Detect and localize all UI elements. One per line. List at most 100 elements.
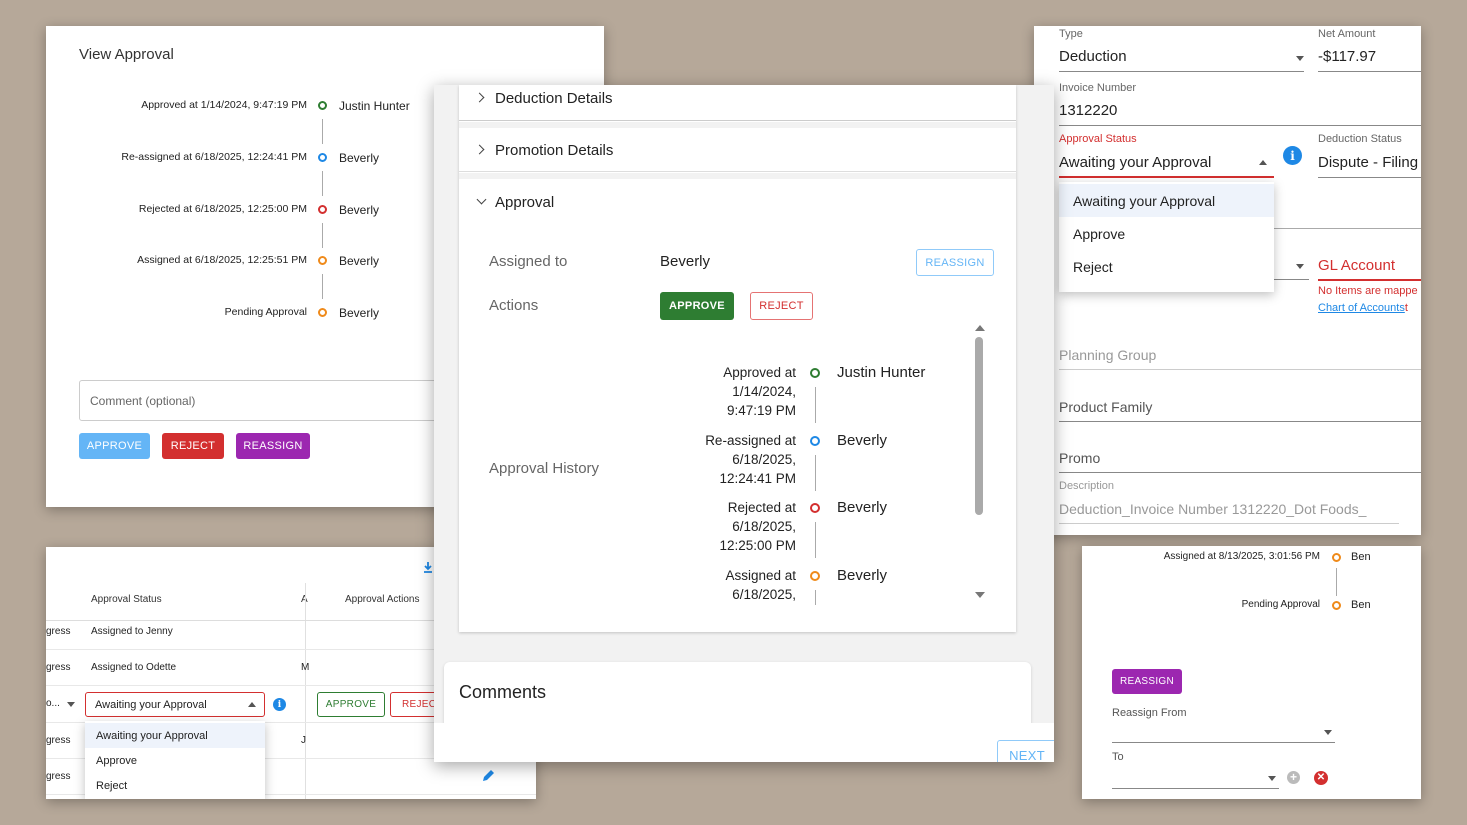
menu-item-reject[interactable]: Reject <box>85 773 265 798</box>
history-status-line: Assigned at <box>725 568 796 583</box>
net-amount-field[interactable]: -$117.97 <box>1318 48 1376 65</box>
history-status: Rejected at 6/18/2025, 12:25:00 PM <box>719 498 796 555</box>
section-gap <box>459 173 1016 179</box>
gl-account-label[interactable]: GL Account <box>1318 257 1395 274</box>
chevron-down-icon[interactable] <box>1268 776 1276 781</box>
approval-status-label: Approval Status <box>1059 133 1137 145</box>
chart-of-accounts-link[interactable]: Chart of Accounts <box>1318 302 1405 314</box>
menu-item-reject[interactable]: Reject <box>1059 250 1274 283</box>
history-status: Rejected at 6/18/2025, 12:25:00 PM <box>138 203 307 215</box>
description-field[interactable]: Deduction_Invoice Number 1312220_Dot Foo… <box>1059 501 1366 517</box>
assigned-to-value: Beverly <box>660 253 711 270</box>
approve-button[interactable]: APPROVE <box>79 433 150 459</box>
footer-bar <box>434 723 1054 762</box>
no-items-error: No Items are mappe <box>1318 285 1418 297</box>
approval-history-scroll[interactable]: Approved at 1/14/2024, 9:47:19 PM Justin… <box>660 323 990 605</box>
history-user: Beverly <box>339 203 380 217</box>
info-icon[interactable]: i <box>273 698 286 711</box>
accordion-promotion-details[interactable]: Promotion Details <box>459 128 1016 172</box>
edit-icon[interactable] <box>481 769 495 783</box>
reject-button[interactable]: REJECT <box>750 292 813 320</box>
history-dot <box>318 308 327 317</box>
chevron-down-icon[interactable] <box>1324 730 1332 735</box>
add-icon[interactable]: + <box>1287 771 1300 784</box>
comment-input[interactable]: Comment (optional) <box>79 380 479 421</box>
history-status: Assigned at 6/18/2025, 12:25:51 PM <box>137 254 307 266</box>
type-select[interactable]: Deduction <box>1059 48 1127 65</box>
column-header-approval-actions[interactable]: Approval Actions <box>345 594 420 605</box>
chevron-up-icon <box>248 702 256 707</box>
history-connector <box>322 171 323 196</box>
history-status-line: 12:25:00 PM <box>719 538 796 553</box>
deduction-form-panel: Type Deduction Net Amount -$117.97 Invoi… <box>1034 26 1421 535</box>
approval-status-underline <box>1059 176 1274 178</box>
reassign-button[interactable]: REASSIGN <box>236 433 310 459</box>
scroll-up-arrow[interactable] <box>975 325 985 331</box>
deduction-status-label: Deduction Status <box>1318 133 1402 145</box>
scrollbar-thumb[interactable] <box>975 337 983 515</box>
select-value: Awaiting your Approval <box>95 699 207 711</box>
next-button[interactable]: NEXT <box>997 740 1054 762</box>
row-status: Assigned to Jenny <box>91 626 173 637</box>
net-amount-label: Net Amount <box>1318 28 1376 40</box>
history-connector <box>322 223 323 248</box>
approval-status-select[interactable]: Awaiting your Approval <box>85 692 265 717</box>
history-connector <box>322 274 323 299</box>
comment-placeholder: Comment (optional) <box>90 394 196 408</box>
approval-status-select[interactable]: Awaiting your Approval <box>1059 154 1211 171</box>
product-family-underline <box>1059 421 1421 422</box>
chevron-down-icon[interactable] <box>67 702 75 707</box>
accordion-deduction-details[interactable]: Deduction Details <box>459 85 1016 121</box>
type-underline <box>1059 71 1304 72</box>
column-header-approval-status[interactable]: Approval Status <box>91 594 162 605</box>
menu-item-approve[interactable]: Approve <box>85 748 265 773</box>
approve-button[interactable]: APPROVE <box>317 692 385 717</box>
chevron-up-icon[interactable] <box>1259 160 1267 165</box>
invoice-underline <box>1059 125 1421 126</box>
approval-status-menu: Awaiting your Approval Approve Reject <box>85 721 265 799</box>
scroll-down-arrow[interactable] <box>975 592 985 598</box>
history-connector <box>815 522 816 558</box>
menu-item-label: Awaiting your Approval <box>96 729 208 742</box>
invoice-field[interactable]: 1312220 <box>1059 102 1117 119</box>
reassign-button[interactable]: REASSIGN <box>916 249 994 276</box>
reassign-from-select[interactable] <box>1112 742 1335 743</box>
promo-field[interactable]: Promo <box>1059 450 1100 466</box>
row-a: M <box>301 662 310 673</box>
history-status: Pending Approval <box>1241 599 1320 610</box>
menu-item-approve[interactable]: Approve <box>1059 217 1274 250</box>
remove-icon[interactable]: ✕ <box>1314 771 1328 785</box>
menu-item-awaiting[interactable]: Awaiting your Approval <box>1059 184 1274 217</box>
download-icon[interactable] <box>423 561 433 573</box>
history-user: Beverly <box>837 499 888 516</box>
deduction-detail-panel: Deduction Details Promotion Details Appr… <box>434 85 1054 762</box>
menu-item-awaiting[interactable]: Awaiting your Approval <box>85 723 265 748</box>
history-connector <box>815 387 816 423</box>
info-icon[interactable]: i <box>1283 146 1302 165</box>
chart-link-suffix: t <box>1404 302 1408 314</box>
planning-group-field[interactable]: Planning Group <box>1059 347 1156 363</box>
chevron-down-icon[interactable] <box>1296 264 1304 269</box>
menu-item-label: Reject <box>1073 258 1113 275</box>
field-underline <box>1274 228 1421 229</box>
reassign-panel: Assigned at 8/13/2025, 3:01:56 PM Ben Pe… <box>1082 546 1421 799</box>
reassign-button[interactable]: REASSIGN <box>1112 669 1182 694</box>
deduction-status-underline <box>1318 177 1421 178</box>
history-user: Ben <box>1351 599 1371 611</box>
section-title: Promotion Details <box>495 142 614 159</box>
history-status: Approved at 1/14/2024, 9:47:19 PM <box>141 99 307 111</box>
approve-button[interactable]: APPROVE <box>660 292 734 320</box>
chevron-down-icon[interactable] <box>1296 56 1304 61</box>
history-status: Assigned at 8/13/2025, 3:01:56 PM <box>1163 551 1320 562</box>
history-status-line: 1/14/2024, <box>732 384 796 399</box>
deduction-status-select[interactable]: Dispute - Filing <box>1318 154 1418 171</box>
reject-button[interactable]: REJECT <box>162 433 224 459</box>
history-dot <box>318 101 327 110</box>
history-user: Justin Hunter <box>837 364 926 381</box>
product-family-field[interactable]: Product Family <box>1059 399 1152 415</box>
description-underline <box>1059 523 1399 524</box>
row-a: J <box>301 735 306 746</box>
accordion-approval[interactable]: Approval <box>459 181 1016 225</box>
history-user: Beverly <box>339 306 380 320</box>
to-select[interactable] <box>1112 788 1279 789</box>
